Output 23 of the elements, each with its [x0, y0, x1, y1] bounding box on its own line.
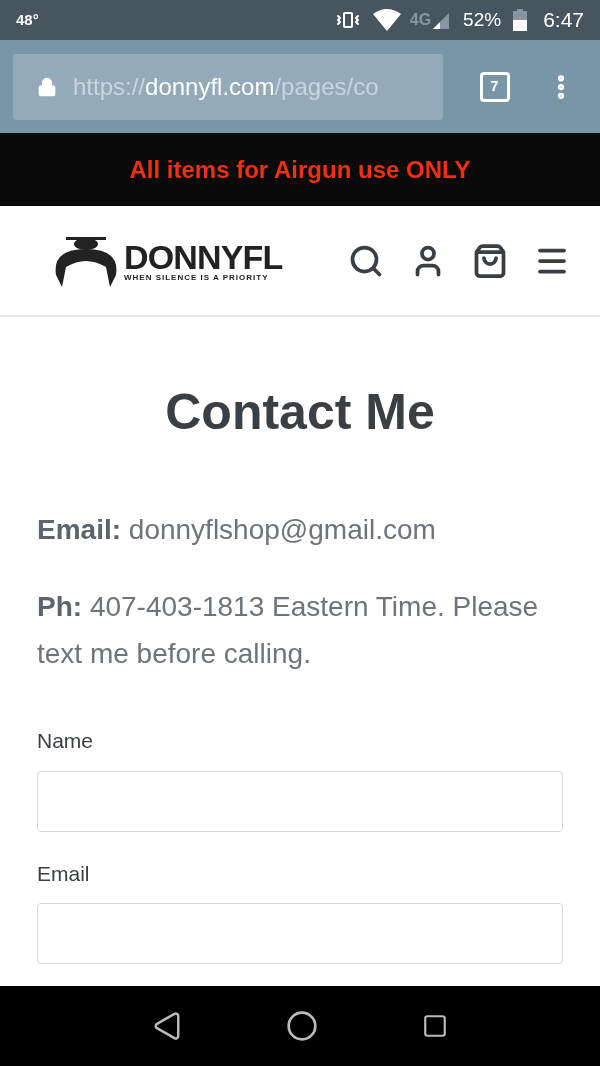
home-icon[interactable]	[286, 1010, 318, 1042]
field-label: Email	[37, 860, 91, 887]
contact-text: Ph: 407-403-1813 Eastern Time. Please text me before calling.	[37, 590, 540, 671]
brand-tagline: WHEN SILENCE IS A PRIORITY	[124, 273, 270, 282]
field-label: Name	[37, 728, 95, 754]
network-type: 4G	[409, 10, 432, 30]
contact-text: Email: donnyflshop@gmail.com	[37, 513, 437, 547]
input-field[interactable]	[37, 903, 563, 964]
recents-icon[interactable]	[422, 1013, 448, 1039]
battery-level: 52%	[463, 7, 502, 32]
announcement-text: All items for Airgun use ONLY	[129, 154, 471, 185]
cart-icon[interactable]	[472, 242, 508, 279]
brand-name: DONNYFL	[124, 239, 283, 274]
input-field[interactable]	[37, 770, 563, 832]
lock-icon	[37, 76, 57, 97]
temperature: 48°	[16, 9, 39, 30]
wifi-icon	[371, 8, 402, 32]
battery-icon	[513, 9, 528, 31]
back-icon[interactable]	[152, 1011, 182, 1041]
clock: 6:47	[543, 7, 584, 34]
brand-logo[interactable]: DONNYFL WHEN SILENCE IS A PRIORITY	[52, 234, 283, 287]
page-title: Contact Me	[164, 383, 436, 442]
tabs-button[interactable]: 7	[479, 71, 510, 102]
